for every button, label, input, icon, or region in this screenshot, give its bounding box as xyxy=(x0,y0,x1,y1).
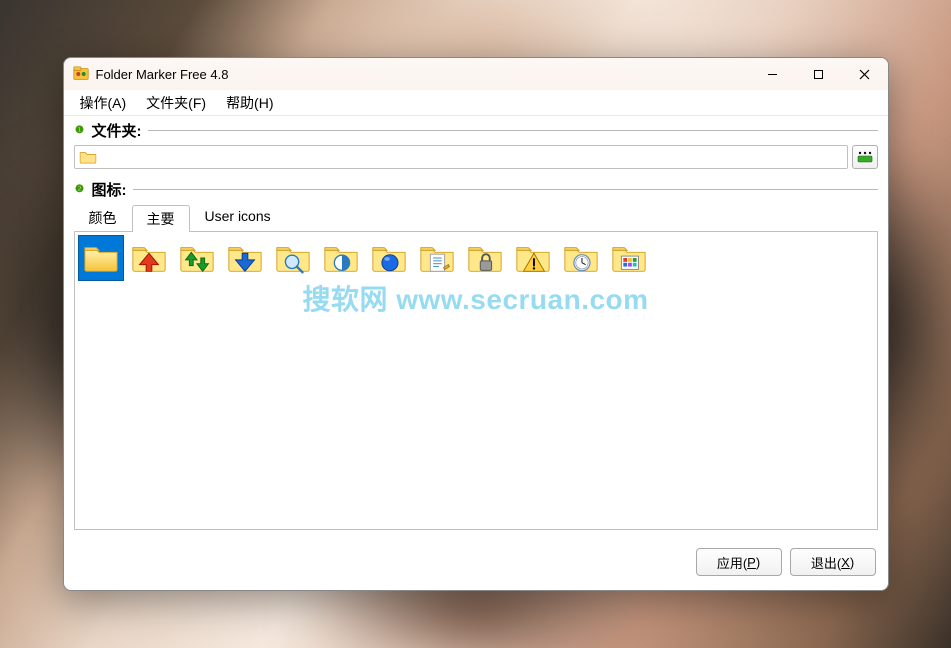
folder-half-circle[interactable] xyxy=(319,236,363,280)
divider xyxy=(148,130,878,131)
divider xyxy=(133,189,878,190)
section-folder-header: ❶ 文件夹: xyxy=(64,116,888,143)
minimize-button[interactable] xyxy=(750,58,796,90)
folder-path-row xyxy=(64,143,888,175)
app-icon xyxy=(72,65,90,83)
titlebar[interactable]: Folder Marker Free 4.8 xyxy=(64,58,888,90)
tab-user-icons[interactable]: User icons xyxy=(190,204,286,231)
folder-blue-dot[interactable] xyxy=(367,236,411,280)
step-1-badge: ❶ xyxy=(74,125,86,137)
folder-document[interactable] xyxy=(415,236,459,280)
menu-help[interactable]: 帮助(H) xyxy=(216,91,283,115)
close-button[interactable] xyxy=(842,58,888,90)
folder-plain[interactable] xyxy=(79,236,123,280)
app-window: Folder Marker Free 4.8 操作(A) 文件夹(F) 帮助(H… xyxy=(63,57,889,591)
menu-action[interactable]: 操作(A) xyxy=(70,91,137,115)
apply-button[interactable]: 应用(P) xyxy=(696,548,782,576)
folder-search[interactable] xyxy=(271,236,315,280)
section-folder-label: 文件夹: xyxy=(92,120,142,141)
section-icon-label: 图标: xyxy=(92,179,127,200)
folder-lock[interactable] xyxy=(463,236,507,280)
folder-arrow-up-red[interactable] xyxy=(127,236,171,280)
step-2-badge: ❷ xyxy=(74,184,86,196)
exit-button[interactable]: 退出(X) xyxy=(790,548,876,576)
menubar: 操作(A) 文件夹(F) 帮助(H) xyxy=(64,90,888,116)
folder-arrows-updown-green[interactable] xyxy=(175,236,219,280)
menu-folder[interactable]: 文件夹(F) xyxy=(136,91,216,115)
icon-grid xyxy=(75,232,877,284)
icon-grid-panel: 搜软网 www.secruan.com xyxy=(74,231,878,530)
maximize-button[interactable] xyxy=(796,58,842,90)
tabs: 颜色 主要 User icons xyxy=(64,202,888,231)
window-controls xyxy=(750,58,888,90)
folder-color-grid[interactable] xyxy=(607,236,651,280)
button-row: 应用(P) 退出(X) xyxy=(64,540,888,590)
folder-path-input[interactable] xyxy=(74,145,848,169)
watermark-text: 搜软网 www.secruan.com xyxy=(75,278,877,318)
folder-icon xyxy=(79,150,97,164)
folder-clock[interactable] xyxy=(559,236,603,280)
section-icon-header: ❷ 图标: xyxy=(64,175,888,202)
folder-warning[interactable] xyxy=(511,236,555,280)
window-title: Folder Marker Free 4.8 xyxy=(96,67,229,82)
tab-main[interactable]: 主要 xyxy=(132,205,190,232)
folder-arrow-down-blue[interactable] xyxy=(223,236,267,280)
tab-color[interactable]: 颜色 xyxy=(74,204,132,231)
browse-button[interactable] xyxy=(852,145,878,169)
